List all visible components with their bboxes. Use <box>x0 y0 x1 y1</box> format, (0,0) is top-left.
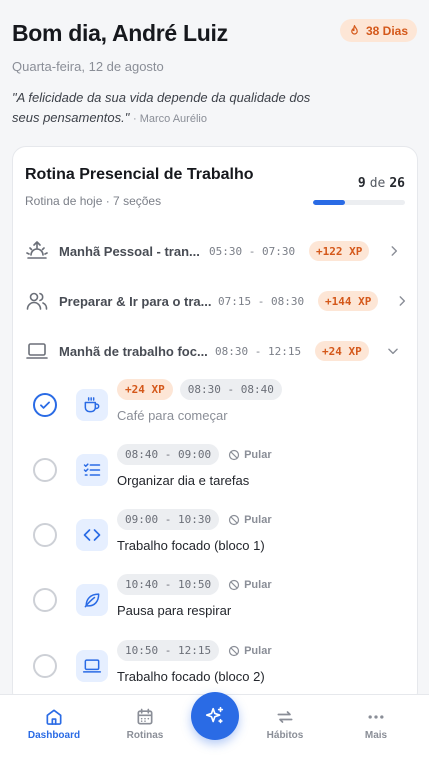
skip-button[interactable]: Pular <box>228 645 272 657</box>
check-icon <box>40 401 50 409</box>
section-row[interactable]: Manhã Pessoal - tran... 05:30 - 07:30 +1… <box>13 236 417 266</box>
quote-author: · Marco Aurélio <box>132 113 207 125</box>
calendar-icon <box>137 708 153 725</box>
task-checkbox[interactable] <box>33 458 57 482</box>
task-name: Trabalho focado (bloco 1) <box>117 538 265 553</box>
skip-icon <box>228 449 240 460</box>
chevron-down-icon <box>388 348 398 355</box>
section-name: Manhã Pessoal - tran... <box>59 243 200 259</box>
leaf-icon <box>84 593 100 608</box>
laptop-icon <box>26 343 48 359</box>
task-item[interactable]: 10:50 - 12:15 Pular Trabalho focado (blo… <box>13 640 417 700</box>
nav-habitos[interactable]: Hábitos <box>250 707 320 741</box>
users-icon <box>26 292 48 310</box>
task-icon <box>76 389 108 421</box>
sunrise-icon <box>26 241 48 259</box>
section-time: 08:30 - 12:15 <box>215 344 302 358</box>
chevron-right-icon <box>391 246 398 256</box>
task-name: Organizar dia e tarefas <box>117 473 250 488</box>
daily-quote: "A felicidade da sua vida depende da qua… <box>12 88 332 129</box>
routine-card: Rotina Presencial de Trabalho Rotina de … <box>12 146 418 706</box>
skip-icon <box>228 645 240 656</box>
task-meta: 10:40 - 10:50 Pular <box>117 574 272 595</box>
section-xp: +122 XP <box>309 241 370 261</box>
skip-button[interactable]: Pular <box>228 579 272 591</box>
skip-button[interactable]: Pular <box>228 514 272 526</box>
flame-icon <box>351 25 358 35</box>
section-name: Manhã de trabalho foc... <box>59 343 208 359</box>
home-icon <box>46 709 62 725</box>
routine-title: Rotina Presencial de Trabalho <box>25 166 254 183</box>
current-date: Quarta-feira, 12 de agosto <box>12 59 164 74</box>
task-item[interactable]: +24 XP 08:30 - 08:40 Café para começar <box>13 379 417 439</box>
task-meta: 08:40 - 09:00 Pular <box>117 444 272 465</box>
task-checkbox[interactable] <box>33 523 57 547</box>
task-meta: 09:00 - 10:30 Pular <box>117 509 272 530</box>
task-meta: 10:50 - 12:15 Pular <box>117 640 272 661</box>
repeat-icon <box>277 711 293 723</box>
section-time: 05:30 - 07:30 <box>209 244 296 258</box>
skip-icon <box>228 579 240 590</box>
section-time: 07:15 - 08:30 <box>218 294 305 308</box>
skip-icon <box>228 514 240 525</box>
routine-progress-bar <box>313 200 405 205</box>
task-icon <box>76 519 108 551</box>
laptop-icon <box>82 659 102 673</box>
task-time-chip: 08:30 - 08:40 <box>179 379 282 400</box>
ai-assistant-button[interactable] <box>191 692 239 740</box>
coffee-icon <box>84 397 100 413</box>
skip-button[interactable]: Pular <box>228 449 272 461</box>
task-time-chip: 10:50 - 12:15 <box>117 640 220 661</box>
sparkles-icon <box>205 706 224 724</box>
task-name: Pausa para respirar <box>117 603 232 618</box>
section-row[interactable]: Preparar & Ir para o tra... 07:15 - 08:3… <box>13 286 417 316</box>
nav-dashboard[interactable]: Dashboard <box>19 707 89 741</box>
task-xp-chip: +24 XP <box>117 379 173 400</box>
nav-mais[interactable]: Mais <box>341 707 411 741</box>
section-xp: +24 XP <box>315 341 369 361</box>
task-item[interactable]: 09:00 - 10:30 Pular Trabalho focado (blo… <box>13 509 417 569</box>
task-icon <box>76 584 108 616</box>
task-icon <box>76 650 108 682</box>
task-icon <box>76 454 108 486</box>
section-xp: +144 XP <box>318 291 379 311</box>
checklist-icon <box>83 463 101 476</box>
task-time-chip: 08:40 - 09:00 <box>117 444 220 465</box>
task-name: Trabalho focado (bloco 2) <box>117 669 265 684</box>
section-name: Preparar & Ir para o tra... <box>59 293 212 309</box>
task-item[interactable]: 10:40 - 10:50 Pular Pausa para respirar <box>13 574 417 634</box>
task-time-chip: 10:40 - 10:50 <box>117 574 220 595</box>
task-name: Café para começar <box>117 408 228 423</box>
task-checkbox[interactable] <box>33 588 57 612</box>
task-meta: +24 XP 08:30 - 08:40 <box>117 379 282 400</box>
task-time-chip: 09:00 - 10:30 <box>117 509 220 530</box>
task-checkbox-checked[interactable] <box>33 393 57 417</box>
routine-progress-count: 9 de 26 <box>357 176 405 191</box>
more-icon <box>368 715 384 719</box>
streak-label: 38 Dias <box>365 23 408 38</box>
routine-progress-fill <box>313 200 346 205</box>
routine-subtitle: Rotina de hoje · 7 seções <box>25 194 162 208</box>
task-item[interactable]: 08:40 - 09:00 Pular Organizar dia e tare… <box>13 444 417 504</box>
nav-rotinas[interactable]: Rotinas <box>110 707 180 741</box>
section-row-expanded[interactable]: Manhã de trabalho foc... 08:30 - 12:15 +… <box>13 336 417 366</box>
code-icon <box>83 529 101 541</box>
chevron-right-icon <box>399 296 406 306</box>
streak-badge[interactable]: 38 Dias <box>339 19 417 42</box>
task-checkbox[interactable] <box>33 654 57 678</box>
